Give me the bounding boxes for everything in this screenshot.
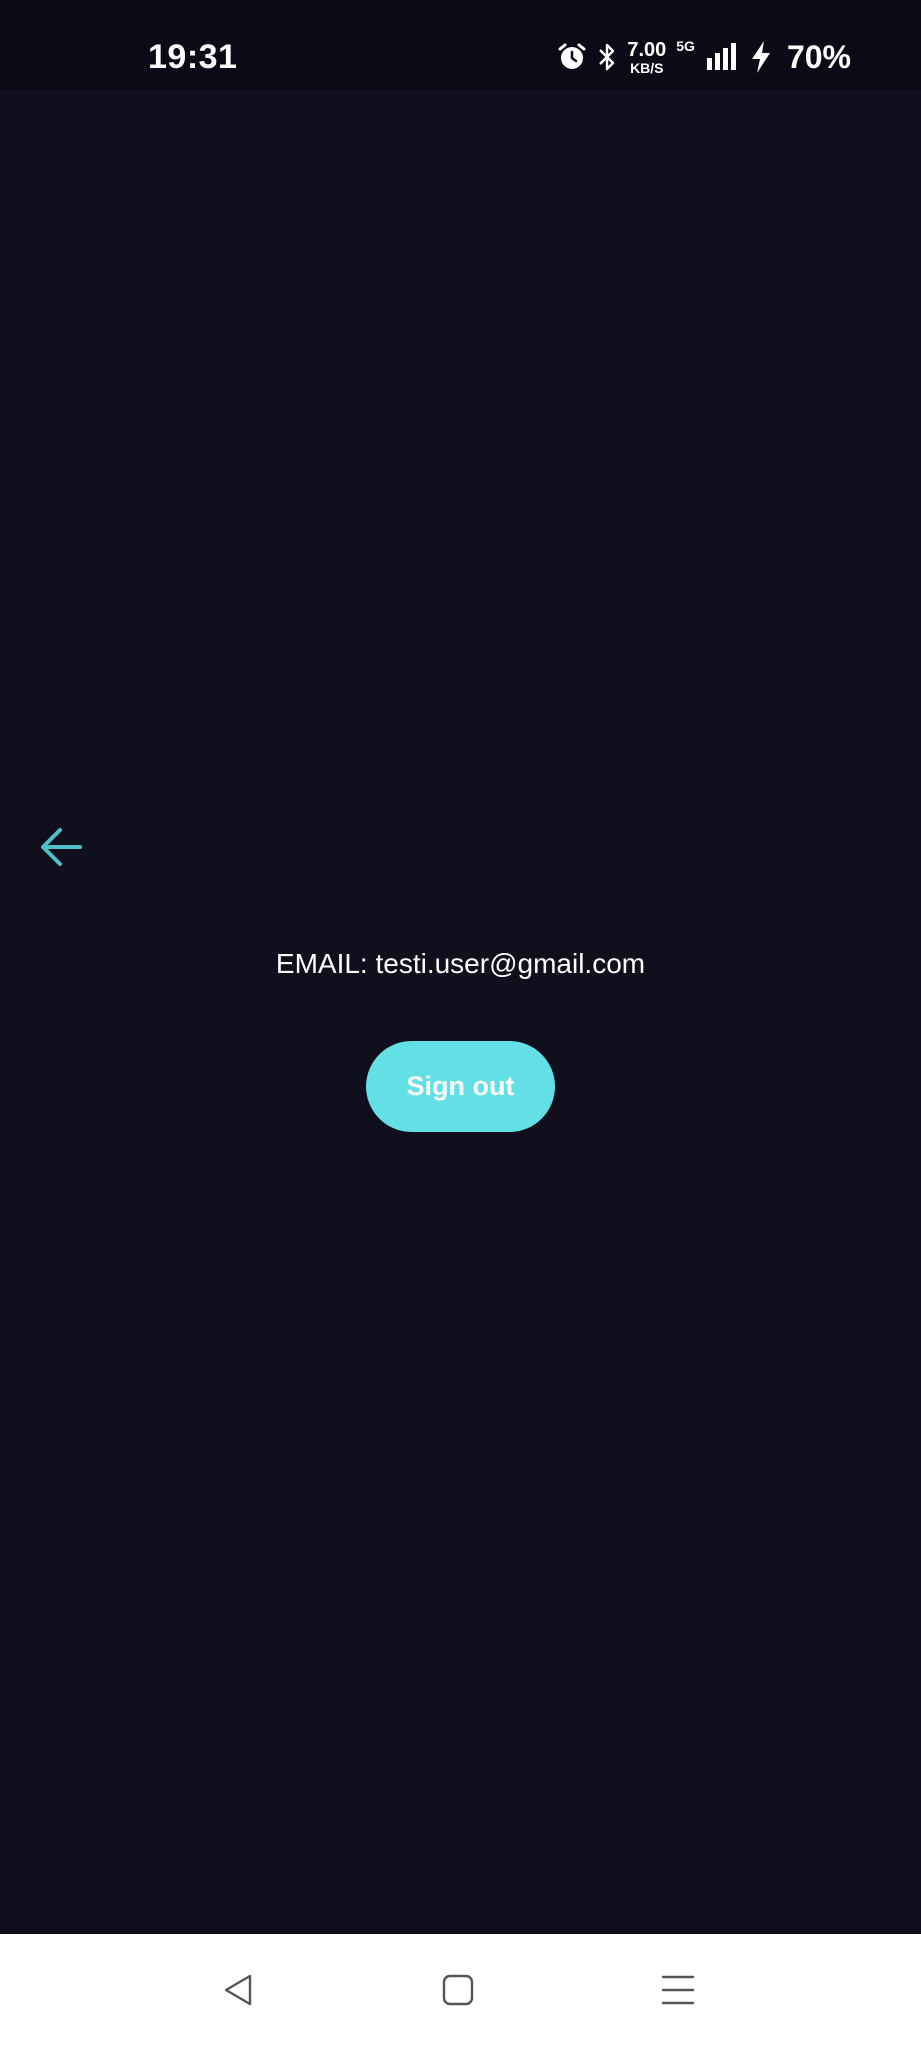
network-speed: 7.00 KB/S	[627, 40, 666, 75]
nav-menu-icon	[660, 1973, 696, 2012]
status-time: 19:31	[148, 38, 238, 76]
charging-icon	[749, 40, 773, 74]
nav-back-icon	[221, 1973, 255, 2012]
nav-back-button[interactable]	[216, 1970, 260, 2014]
status-icons: 7.00 KB/S 5G 70%	[557, 36, 851, 78]
screen: 19:31 7.00 KB/S 5G 70% EMAIL: testi.user…	[0, 0, 921, 2048]
navigation-bar	[0, 1934, 921, 2048]
email-label: EMAIL: testi.user@gmail.com	[275, 948, 646, 979]
sign-out-button[interactable]: Sign out	[366, 1041, 555, 1132]
network-speed-value: 7.00	[627, 38, 667, 61]
nav-home-icon	[441, 1973, 475, 2012]
arrow-left-icon	[38, 826, 84, 873]
alarm-icon	[557, 42, 587, 72]
network-speed-unit: KB/S	[630, 59, 664, 76]
signal-icon	[705, 42, 739, 72]
nav-home-button[interactable]	[436, 1970, 480, 2014]
battery-percent: 70%	[786, 38, 851, 75]
status-bar: 19:31 7.00 KB/S 5G 70%	[0, 0, 921, 90]
nav-menu-button[interactable]	[656, 1970, 700, 2014]
bluetooth-icon	[597, 41, 617, 73]
network-type: 5G	[676, 38, 695, 54]
back-button[interactable]	[34, 822, 88, 876]
